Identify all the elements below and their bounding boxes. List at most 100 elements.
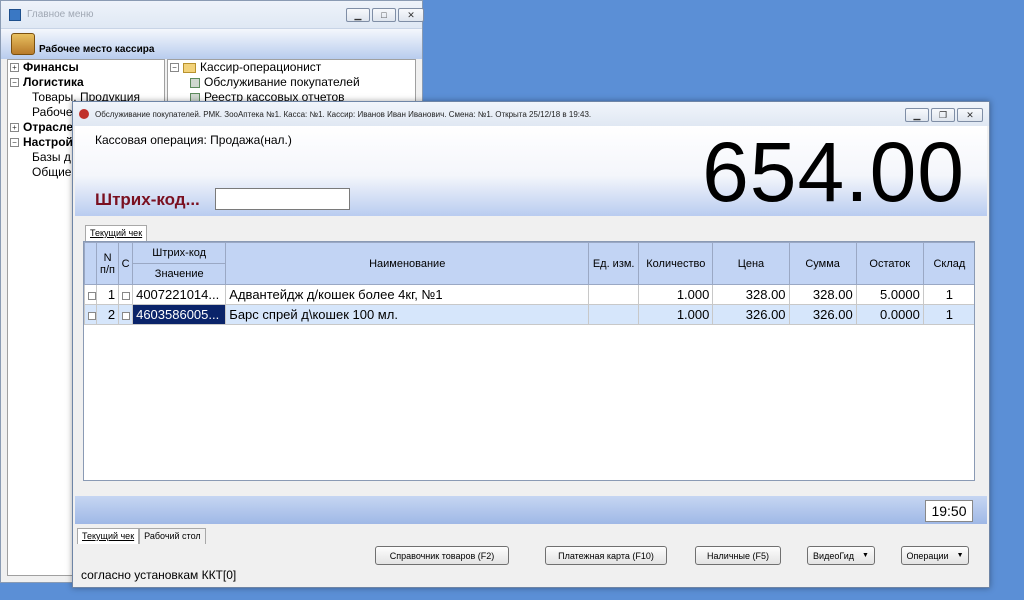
cell-barcode[interactable]: 4603586005... [132, 304, 227, 325]
main-menu-header: Рабочее место кассира [1, 29, 422, 59]
barcode-label: Штрих-код... [95, 190, 200, 209]
table-row[interactable]: 1 4007221014... Адвантейдж д/кошек более… [84, 284, 974, 305]
column-header-barcode-group: Штрих-код [132, 242, 227, 264]
maximize-icon[interactable]: □ [372, 8, 396, 22]
row-checkbox[interactable] [88, 311, 96, 320]
cell-sum[interactable]: 326.00 [788, 304, 857, 325]
tree-item-label: Логистика [23, 75, 84, 89]
row-checkbox[interactable] [88, 291, 96, 300]
pos-header-panel: Кассовая операция: Продажа(нал.) 654.00 … [75, 126, 987, 216]
cell-price[interactable]: 328.00 [712, 284, 790, 305]
operations-label: Операции [906, 550, 949, 561]
cell-warehouse[interactable]: 1 [922, 284, 974, 305]
column-header-stock[interactable]: Остаток [855, 242, 924, 285]
row-select-cell[interactable] [84, 284, 98, 305]
cell-sum[interactable]: 328.00 [788, 284, 857, 305]
cash-register-icon [11, 33, 35, 55]
dropdown-arrow-icon: ▼ [956, 552, 964, 559]
collapse-icon[interactable]: − [170, 63, 179, 72]
barcode-input[interactable] [215, 188, 350, 210]
row-c-checkbox[interactable] [122, 311, 131, 320]
collapse-icon[interactable]: − [10, 138, 19, 147]
tree-item-label: Настрой [23, 135, 73, 149]
cell-name[interactable]: Барс спрей д\кошек 100 мл. [225, 304, 590, 325]
restore-icon[interactable]: ❐ [931, 108, 955, 122]
footer-note: согласно установкам ККТ[0] [81, 568, 237, 582]
top-tabstrip: Текущий чек [85, 225, 148, 241]
tree-item-label: Общие [32, 165, 72, 179]
cell-qty[interactable]: 1.000 [638, 304, 714, 325]
cell-c[interactable] [118, 284, 134, 305]
operation-label: Кассовая операция: Продажа(нал.) [95, 133, 292, 147]
tree-folder-cashier[interactable]: − Кассир-операционист [168, 60, 415, 75]
video-guide-button[interactable]: ВидеоГид ▼ [807, 546, 875, 565]
tree-item-label: Отрасле [23, 120, 74, 134]
tree-item-customer-service[interactable]: Обслуживание покупателей [168, 75, 415, 90]
cell-stock[interactable]: 5.0000 [855, 284, 924, 305]
total-amount: 654.00 [702, 125, 965, 219]
tree-item-finance[interactable]: + Финансы [8, 60, 164, 75]
minimize-icon[interactable]: ▁ [905, 108, 929, 122]
column-header-n[interactable]: N п/п [96, 242, 120, 285]
tree-item-logistics[interactable]: − Логистика [8, 75, 164, 90]
window-icon [9, 8, 21, 21]
cell-warehouse[interactable]: 1 [922, 304, 974, 325]
expand-icon[interactable]: + [10, 123, 19, 132]
table-row[interactable]: 2 4603586005... Барс спрей д\кошек 100 м… [84, 304, 974, 325]
close-icon[interactable]: ✕ [957, 108, 983, 122]
cell-n: 2 [96, 304, 120, 325]
product-catalog-button[interactable]: Справочник товаров (F2) [375, 546, 509, 565]
expand-icon[interactable]: + [10, 63, 19, 72]
cash-button[interactable]: Наличные (F5) [695, 546, 781, 565]
payment-card-button[interactable]: Платежная карта (F10) [545, 546, 667, 565]
tree-item-label: Обслуживание покупателей [204, 75, 360, 89]
tab-desktop[interactable]: Рабочий стол [139, 528, 206, 544]
column-header-sum[interactable]: Сумма [788, 242, 857, 285]
close-icon[interactable]: ✕ [398, 8, 424, 22]
column-header-select[interactable] [84, 242, 98, 285]
clock-display: 19:50 [925, 500, 973, 522]
cell-name[interactable]: Адвантейдж д/кошек более 4кг, №1 [225, 284, 590, 305]
column-header-qty[interactable]: Количество [638, 242, 714, 285]
status-band: 19:50 [75, 496, 987, 524]
column-header-barcode-value[interactable]: Значение [132, 263, 227, 285]
tree-item-label: Базы д [32, 150, 71, 164]
cell-unit[interactable] [588, 304, 640, 325]
pos-window: Обслуживание покупателей. РМК. ЗооАптека… [72, 101, 990, 588]
tree-item-label: Финансы [23, 60, 79, 74]
cell-price[interactable]: 326.00 [712, 304, 790, 325]
pos-window-controls: ▁ ❐ ✕ [905, 108, 983, 122]
check-grid: N п/п С Штрих-код Наименование Ед. изм. … [83, 241, 975, 481]
pos-titlebar[interactable]: Обслуживание покупателей. РМК. ЗооАптека… [73, 102, 989, 126]
cell-unit[interactable] [588, 284, 640, 305]
row-c-checkbox[interactable] [122, 291, 131, 300]
row-select-cell[interactable] [84, 304, 98, 325]
video-guide-label: ВидеоГид [813, 550, 854, 561]
main-menu-window-controls: ▁ □ ✕ [346, 8, 424, 22]
cell-c[interactable] [118, 304, 134, 325]
tab-current-check-top[interactable]: Текущий чек [85, 225, 148, 241]
cell-stock[interactable]: 0.0000 [855, 304, 924, 325]
main-menu-title: Главное меню [27, 9, 94, 20]
main-menu-header-title: Рабочее место кассира [39, 44, 155, 55]
column-header-warehouse[interactable]: Склад [922, 242, 974, 285]
pos-title: Обслуживание покупателей. РМК. ЗооАптека… [95, 109, 592, 119]
dropdown-arrow-icon: ▼ [862, 552, 869, 559]
tab-current-check[interactable]: Текущий чек [77, 528, 140, 544]
column-header-name[interactable]: Наименование [225, 242, 590, 285]
cell-n: 1 [96, 284, 120, 305]
minimize-icon[interactable]: ▁ [346, 8, 370, 22]
cell-qty[interactable]: 1.000 [638, 284, 714, 305]
operations-button[interactable]: Операции ▼ [901, 546, 969, 565]
check-table: N п/п С Штрих-код Наименование Ед. изм. … [84, 242, 974, 325]
collapse-icon[interactable]: − [10, 78, 19, 87]
folder-icon [183, 62, 196, 73]
bottom-tabstrip: Текущий чек Рабочий стол [77, 528, 206, 544]
app-icon [79, 109, 89, 119]
document-icon [190, 77, 200, 88]
tree-item-label: Кассир-операционист [200, 60, 322, 74]
column-header-unit[interactable]: Ед. изм. [588, 242, 640, 285]
column-header-price[interactable]: Цена [712, 242, 790, 285]
cell-barcode[interactable]: 4007221014... [132, 284, 227, 305]
column-header-c[interactable]: С [118, 242, 134, 285]
